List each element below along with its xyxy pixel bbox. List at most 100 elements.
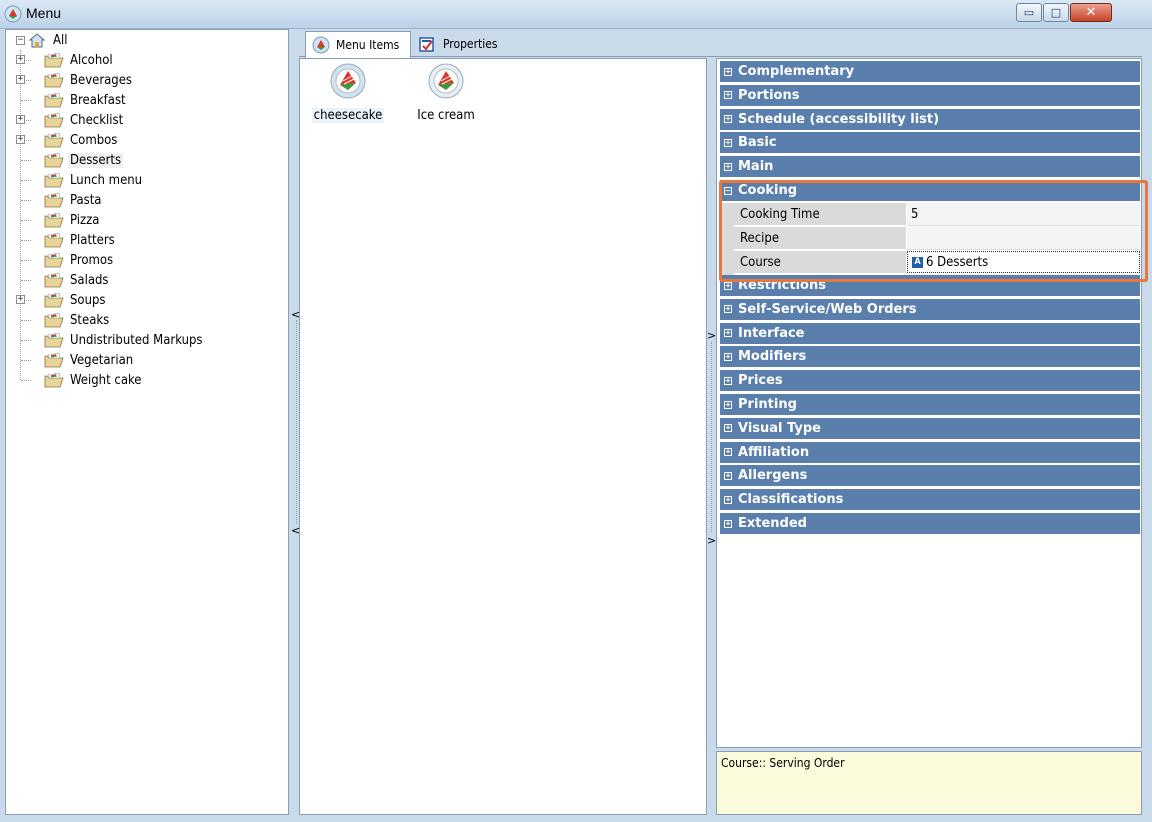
category-label: Extended <box>738 516 807 531</box>
property-category[interactable]: + Schedule (accessibility list) <box>720 108 1140 131</box>
expand-icon[interactable]: + <box>724 91 732 100</box>
tree-item[interactable]: Platters <box>44 230 117 250</box>
tree-item[interactable]: + Soups <box>16 290 108 310</box>
tree-item[interactable]: Promos <box>44 250 115 270</box>
tree-item[interactable]: Pasta <box>44 190 103 210</box>
folder-icon <box>44 292 64 308</box>
title-bar: Menu ▭ □ ✕ <box>0 0 1152 29</box>
property-category[interactable]: + Restrictions <box>720 275 1140 297</box>
property-category[interactable]: + Visual Type <box>720 417 1140 440</box>
tree-item[interactable]: Breakfast <box>44 90 128 110</box>
property-category[interactable]: + Allergens <box>720 465 1140 488</box>
expand-icon[interactable]: + <box>724 519 732 528</box>
tree-guide-branch <box>21 260 31 261</box>
expand-icon[interactable]: + <box>724 281 732 290</box>
tree-guide-branch <box>21 240 31 241</box>
property-category[interactable]: + Prices <box>720 370 1140 393</box>
category-label: Allergens <box>738 468 808 484</box>
tree-item[interactable]: Lunch menu <box>44 170 144 190</box>
app-icon <box>4 5 22 23</box>
tree-item[interactable]: Vegetarian <box>44 350 135 370</box>
tree-item[interactable]: + Beverages <box>16 70 134 90</box>
minimize-button[interactable]: ▭ <box>1016 3 1042 22</box>
tree-guide-branch <box>21 360 31 361</box>
property-row[interactable]: Recipe <box>720 227 1140 251</box>
expand-icon[interactable]: + <box>16 115 25 124</box>
tree-item-label: Salads <box>70 272 109 288</box>
property-category[interactable]: + Interface <box>720 322 1140 345</box>
property-category[interactable]: + Modifiers <box>720 346 1140 369</box>
expand-icon[interactable]: + <box>724 305 732 314</box>
folder-icon <box>44 332 64 348</box>
tree-item-label: Breakfast <box>70 92 126 108</box>
property-row[interactable]: Course A 6 Desserts <box>720 251 1140 275</box>
property-category[interactable]: + Basic <box>720 132 1140 155</box>
property-row[interactable]: Cooking Time 5 <box>720 203 1140 227</box>
tree-item-label: Combos <box>70 132 118 148</box>
tree-item[interactable]: Weight cake <box>44 370 144 390</box>
expand-icon[interactable]: + <box>724 162 732 171</box>
property-value[interactable]: A6 Desserts <box>907 251 1140 273</box>
expand-icon[interactable]: + <box>16 75 25 84</box>
expand-icon[interactable]: + <box>16 295 25 304</box>
property-name-text: Recipe <box>740 230 780 246</box>
category-label: Prices <box>738 373 783 389</box>
dish-icon <box>428 63 464 99</box>
tree-guide-branch <box>21 100 31 101</box>
property-category[interactable]: + Complementary <box>720 61 1140 83</box>
expand-icon[interactable]: + <box>16 135 25 144</box>
tree-item[interactable]: + Checklist <box>16 110 125 130</box>
tree-item[interactable]: Pizza <box>44 210 101 230</box>
tree-item[interactable]: + Alcohol <box>16 50 115 70</box>
expand-icon[interactable]: + <box>724 376 732 385</box>
category-label: Printing <box>738 397 797 412</box>
folder-icon <box>44 232 64 248</box>
property-category[interactable]: + Portions <box>720 84 1140 107</box>
splitter-grip-2[interactable] <box>711 342 712 532</box>
property-value[interactable] <box>907 227 1140 250</box>
expand-icon[interactable]: + <box>724 424 732 433</box>
menu-items-panel[interactable]: cheesecake Ice cream <box>299 58 707 815</box>
folder-icon <box>44 372 64 388</box>
property-category[interactable]: + Printing <box>720 394 1140 416</box>
collapse-icon[interactable]: − <box>724 186 732 195</box>
property-category[interactable]: + Main <box>720 156 1140 179</box>
expand-icon[interactable]: + <box>724 115 732 124</box>
collapse-icon[interactable]: − <box>16 35 25 45</box>
tree-guide-branch <box>21 380 31 381</box>
tree-item[interactable]: Steaks <box>44 310 111 330</box>
property-category[interactable]: + Classifications <box>720 489 1140 512</box>
property-category[interactable]: − Cooking <box>720 180 1140 202</box>
property-category[interactable]: + Affiliation <box>720 441 1140 464</box>
tab-properties[interactable]: Properties <box>415 31 525 56</box>
menu-item-tile[interactable]: cheesecake <box>308 61 388 123</box>
expand-icon[interactable]: + <box>16 55 25 64</box>
tree-item[interactable]: Salads <box>44 270 111 290</box>
expand-icon[interactable]: + <box>724 495 732 504</box>
expand-icon[interactable]: + <box>724 329 732 338</box>
category-tree[interactable]: − All + Alcohol + Beverages Breakfast + Checklis… <box>5 29 289 815</box>
expand-right-icon[interactable]: > <box>707 329 716 342</box>
property-value[interactable]: 5 <box>907 203 1140 226</box>
splitter-grip[interactable] <box>296 320 297 524</box>
close-button[interactable]: ✕ <box>1070 3 1112 22</box>
menu-item-tile[interactable]: Ice cream <box>406 61 486 123</box>
tab-divider <box>299 56 1142 57</box>
property-name-text: Cooking Time <box>740 206 820 222</box>
tree-item-all[interactable]: − All <box>16 30 70 50</box>
expand-icon[interactable]: + <box>724 471 732 480</box>
expand-icon[interactable]: + <box>724 67 732 76</box>
property-category[interactable]: + Self-Service/Web Orders <box>720 298 1140 321</box>
expand-icon[interactable]: + <box>724 352 732 361</box>
expand-icon[interactable]: + <box>724 448 732 457</box>
property-category[interactable]: + Extended <box>720 513 1140 535</box>
tree-item[interactable]: + Combos <box>16 130 119 150</box>
maximize-button[interactable]: □ <box>1043 3 1069 22</box>
expand-icon[interactable]: + <box>724 400 732 409</box>
expand-icon[interactable]: + <box>724 138 732 147</box>
expand-right-icon-2[interactable]: > <box>707 534 716 547</box>
tab-menu-items[interactable]: Menu Items <box>305 31 411 58</box>
property-gutter <box>720 251 734 275</box>
tree-item[interactable]: Desserts <box>44 150 124 170</box>
tree-item[interactable]: Undistributed Markups <box>44 330 205 350</box>
